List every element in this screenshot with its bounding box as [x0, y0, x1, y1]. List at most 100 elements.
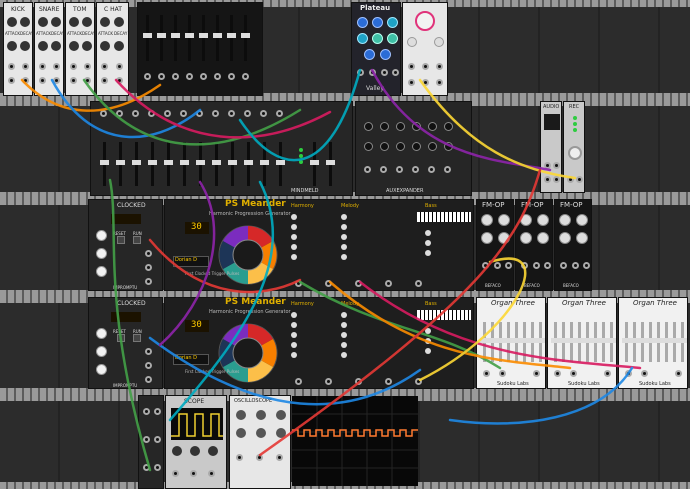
y-scale-knob[interactable]	[276, 410, 286, 420]
drawbar-fader[interactable]	[520, 322, 529, 362]
channel-fader[interactable]	[276, 142, 285, 186]
input-knob[interactable]	[380, 49, 391, 60]
audio-output-jack[interactable]	[22, 63, 29, 70]
frequency-knob[interactable]	[415, 11, 435, 31]
time-knob[interactable]	[208, 446, 218, 456]
oscillator-module[interactable]	[402, 2, 448, 96]
voct-input-jack[interactable]	[572, 262, 579, 269]
aux-return-jack[interactable]	[380, 166, 387, 173]
drawbar-fader[interactable]	[638, 322, 647, 362]
time-knob[interactable]	[256, 428, 266, 438]
cv-input-jack[interactable]	[101, 77, 108, 84]
voct-input-jack[interactable]	[483, 370, 490, 377]
bass-param-knob[interactable]	[425, 328, 431, 334]
harmony-param-knob[interactable]	[291, 352, 297, 358]
drawbar-fader[interactable]	[583, 322, 592, 362]
aux-send-knob[interactable]	[380, 142, 389, 151]
size-knob[interactable]	[387, 17, 398, 28]
utility-jack[interactable]	[143, 436, 150, 443]
fm-knob[interactable]	[434, 37, 444, 47]
aux-send-knob[interactable]	[396, 122, 405, 131]
drawbar-fader[interactable]	[678, 322, 687, 362]
y-input-jack[interactable]	[190, 470, 197, 477]
step-output-jack[interactable]	[144, 73, 151, 80]
channel-fader[interactable]	[116, 142, 125, 186]
melody-param-knob[interactable]	[341, 254, 347, 260]
right-input-jack[interactable]	[369, 69, 376, 76]
drawbar-fader[interactable]	[567, 322, 576, 362]
clock-output-jack[interactable]	[145, 348, 152, 355]
mixmaster-mixer-module[interactable]: MINDMELD	[90, 101, 353, 196]
ratio-knob[interactable]	[96, 248, 107, 259]
attack-knob[interactable]	[69, 17, 79, 27]
decay-knob[interactable]	[114, 17, 124, 27]
harmony-param-knob[interactable]	[291, 312, 297, 318]
audio-output-jack[interactable]	[604, 370, 611, 377]
step-fader[interactable]	[227, 15, 236, 61]
tone-knob[interactable]	[51, 41, 61, 51]
meander-output-jack[interactable]	[385, 378, 392, 385]
audio-interface-module[interactable]: AUDIO	[540, 101, 562, 193]
audio-output-jack[interactable]	[533, 370, 540, 377]
decay-knob[interactable]	[357, 33, 368, 44]
cv-input-jack[interactable]	[8, 77, 15, 84]
meander-module[interactable]: PS Meander Harmonic Progression Generato…	[164, 297, 474, 389]
aux-return-jack[interactable]	[412, 166, 419, 173]
swing-knob[interactable]	[96, 266, 107, 277]
audio-device-display[interactable]	[544, 114, 560, 130]
melody-param-knob[interactable]	[341, 352, 347, 358]
harmony-param-knob[interactable]	[291, 254, 297, 260]
utility-jack[interactable]	[143, 408, 150, 415]
channel-input-jack[interactable]	[132, 110, 139, 117]
drawbar-fader[interactable]	[512, 322, 521, 362]
aux-send-knob[interactable]	[428, 142, 437, 151]
channel-input-jack[interactable]	[260, 110, 267, 117]
clock-output-jack[interactable]	[145, 250, 152, 257]
aux-send-knob[interactable]	[444, 122, 453, 131]
harmony-param-knob[interactable]	[291, 234, 297, 240]
ratio-knob[interactable]	[96, 346, 107, 357]
trigger-input-jack[interactable]	[276, 454, 283, 461]
meander-output-jack[interactable]	[385, 280, 392, 287]
swing-knob[interactable]	[96, 364, 107, 375]
step-fader[interactable]	[157, 15, 166, 61]
master-fader[interactable]	[310, 142, 319, 186]
tempo-knob[interactable]	[96, 328, 107, 339]
aux-send-knob[interactable]	[412, 142, 421, 151]
fm-depth-knob[interactable]	[520, 232, 532, 244]
drawbar-fader[interactable]	[670, 322, 679, 362]
step-fader[interactable]	[241, 15, 250, 61]
drawbar-fader[interactable]	[536, 322, 545, 362]
melody-param-knob[interactable]	[341, 332, 347, 338]
step-output-jack[interactable]	[200, 73, 207, 80]
aux-send-knob[interactable]	[396, 142, 405, 151]
fm-input-jack[interactable]	[482, 262, 489, 269]
melody-param-knob[interactable]	[341, 214, 347, 220]
channel-input-jack[interactable]	[228, 110, 235, 117]
channel-input-jack[interactable]	[148, 110, 155, 117]
ratio-knob[interactable]	[559, 214, 571, 226]
melody-param-knob[interactable]	[341, 244, 347, 250]
modulation-knob[interactable]	[387, 33, 398, 44]
level-knob[interactable]	[7, 41, 17, 51]
audio-output-jack[interactable]	[544, 176, 551, 183]
audio-output-jack[interactable]	[675, 370, 682, 377]
aux-send-knob[interactable]	[412, 122, 421, 131]
meander-output-jack[interactable]	[325, 280, 332, 287]
aux-send-knob[interactable]	[380, 122, 389, 131]
drawbar-fader[interactable]	[575, 322, 584, 362]
clock-output-jack[interactable]	[145, 362, 152, 369]
meander-output-jack[interactable]	[325, 378, 332, 385]
channel-fader[interactable]	[196, 142, 205, 186]
audio-input-jack[interactable]	[553, 162, 560, 169]
audio-output-jack[interactable]	[53, 77, 60, 84]
channel-fader[interactable]	[212, 142, 221, 186]
square-output-jack[interactable]	[436, 79, 443, 86]
drawbar-fader[interactable]	[496, 322, 505, 362]
drawbar-fader[interactable]	[591, 322, 600, 362]
voct-input-jack[interactable]	[533, 262, 540, 269]
plateau-reverb-module[interactable]: Plateau Valley	[351, 2, 401, 96]
gate-input-jack[interactable]	[499, 370, 506, 377]
decay-knob[interactable]	[20, 17, 30, 27]
aux-send-knob[interactable]	[364, 122, 373, 131]
